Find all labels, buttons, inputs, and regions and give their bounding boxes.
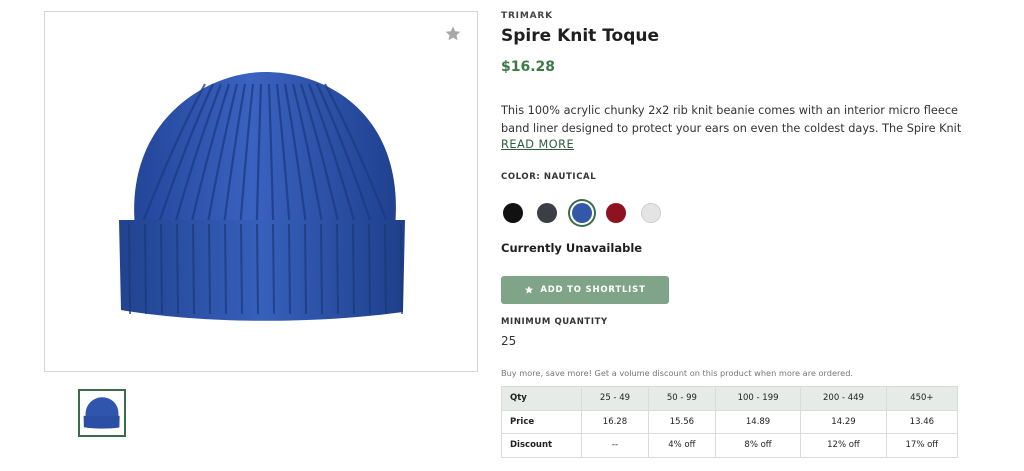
table-cell: 8% off <box>714 433 802 458</box>
table-row: Price 16.28 15.56 14.89 14.29 13.46 <box>501 409 959 434</box>
product-image-frame <box>44 11 478 372</box>
product-description: This 100% acrylic chunky 2x2 rib knit be… <box>501 102 961 138</box>
beanie-image <box>119 72 405 321</box>
table-cell: Discount <box>501 433 582 458</box>
table-cell: -- <box>581 433 649 458</box>
color-swatches <box>501 201 701 225</box>
brand-name: TRIMARK <box>501 11 553 21</box>
swatch-nautical[interactable] <box>572 203 592 223</box>
minimum-quantity-label: MINIMUM QUANTITY <box>501 317 608 327</box>
swatch-black[interactable] <box>503 203 523 223</box>
swatch-light-grey[interactable] <box>641 203 661 223</box>
minimum-quantity-value: 25 <box>501 334 517 348</box>
table-cell: 16.28 <box>581 409 649 434</box>
table-header-row: Qty 25 - 49 50 - 99 100 - 199 200 - 449 … <box>501 386 959 411</box>
table-header-cell: 25 - 49 <box>581 386 649 411</box>
table-cell: 17% off <box>885 433 959 458</box>
table-cell: 13.46 <box>885 409 959 434</box>
pricing-table: Qty 25 - 49 50 - 99 100 - 199 200 - 449 … <box>501 386 959 458</box>
table-cell: 15.56 <box>647 409 716 434</box>
star-icon <box>524 285 534 295</box>
table-header-cell: 450+ <box>885 386 959 411</box>
description-line: band liner designed to protect your ears… <box>501 122 961 135</box>
swatch-charcoal[interactable] <box>537 203 557 223</box>
favorite-star-button[interactable] <box>443 24 463 44</box>
table-cell: Price <box>501 409 582 434</box>
thumbnail-image[interactable] <box>78 389 126 437</box>
star-icon <box>445 26 461 41</box>
table-header-cell: 100 - 199 <box>714 386 802 411</box>
description-line: This 100% acrylic chunky 2x2 rib knit be… <box>501 104 958 117</box>
product-price: $16.28 <box>501 59 556 75</box>
read-more-link[interactable]: READ MORE <box>501 138 574 151</box>
add-to-shortlist-label: ADD TO SHORTLIST <box>540 285 646 295</box>
beanie-thumbnail <box>83 397 120 429</box>
color-label: COLOR: NAUTICAL <box>501 172 597 182</box>
availability-status: Currently Unavailable <box>501 241 643 255</box>
table-cell: 14.29 <box>800 409 887 434</box>
table-cell: 12% off <box>800 433 887 458</box>
add-to-shortlist-button[interactable]: ADD TO SHORTLIST <box>501 276 669 304</box>
table-cell: 14.89 <box>714 409 802 434</box>
table-header-cell: 200 - 449 <box>800 386 887 411</box>
table-row: Discount -- 4% off 8% off 12% off 17% of… <box>501 433 959 458</box>
table-header-cell: Qty <box>501 386 582 411</box>
table-cell: 4% off <box>647 433 716 458</box>
swatch-red[interactable] <box>606 203 626 223</box>
table-header-cell: 50 - 99 <box>647 386 716 411</box>
product-title: Spire Knit Toque <box>501 26 660 46</box>
volume-discount-note: Buy more, save more! Get a volume discou… <box>501 368 854 378</box>
